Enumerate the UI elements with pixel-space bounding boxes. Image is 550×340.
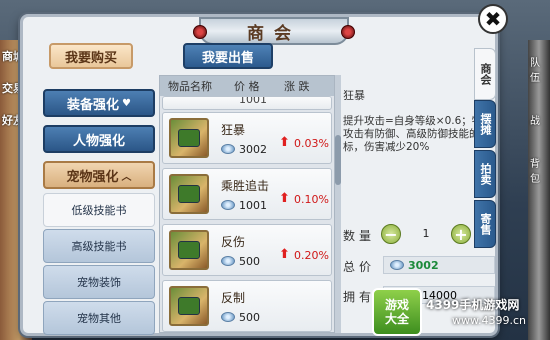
arrow-up-icon: ⬆ <box>279 191 290 206</box>
plus-button[interactable]: + <box>451 224 471 244</box>
logo-bottom-text: 大全 <box>384 312 409 326</box>
skill-book-icon <box>169 286 209 326</box>
silver-coin-icon <box>221 200 235 210</box>
side-tab-guild-shop[interactable]: 商会 <box>474 48 496 100</box>
list-item[interactable]: 狂暴 3002 ⬆ 0.03% <box>162 112 332 164</box>
title-ornament-left <box>193 25 207 39</box>
sub-low-skill-book[interactable]: 低级技能书 <box>43 193 155 227</box>
category-label: 人物强化 <box>72 133 125 149</box>
item-list: 物品名称 价 格 涨 跌 1001 狂暴 3002 ⬆ 0.03% 乘胜追击 1… <box>159 75 335 333</box>
side-tab-stall[interactable]: 摆摊 <box>474 100 496 148</box>
list-scrollbar[interactable] <box>335 75 341 333</box>
item-price: 500 <box>239 311 260 324</box>
item-price: 500 <box>239 255 260 268</box>
side-tab-auction[interactable]: 拍卖 <box>474 150 496 198</box>
item-change: 0.20% <box>294 249 329 262</box>
detail-title: 狂暴 <box>343 89 365 102</box>
item-name: 反制 <box>221 291 246 305</box>
title-ornament-right <box>341 25 355 39</box>
skill-book-icon <box>169 118 209 158</box>
skill-book-icon <box>169 230 209 270</box>
arrow-up-icon: ⬆ <box>279 135 290 150</box>
category-equipment[interactable]: 装备强化 ♥ <box>43 89 155 117</box>
hud-team-label[interactable]: 队伍 <box>528 40 550 98</box>
qty-value[interactable]: 1 <box>403 227 449 240</box>
window-title: 商会 <box>247 23 301 44</box>
arrow-up-icon: ⬆ <box>279 247 290 262</box>
chevron-up-icon: ︿ <box>121 171 132 183</box>
category-pet[interactable]: 宠物强化 ︿ <box>43 161 155 189</box>
silver-coin-icon <box>221 256 235 266</box>
total-label: 总价 <box>343 260 376 274</box>
sell-tab[interactable]: 我要出售 <box>183 43 273 69</box>
detail-description: 提升攻击=自身等级×0.6；物理攻击有防御、高级防御技能的目标，伤害减少20% <box>343 115 493 153</box>
sub-high-skill-book[interactable]: 高级技能书 <box>43 229 155 263</box>
item-price: 1001 <box>239 199 267 212</box>
category-label: 装备强化 <box>67 97 120 113</box>
watermark-url: www.4399.cn <box>452 314 526 327</box>
heart-icon: ♥ <box>122 97 131 109</box>
list-item-partial[interactable]: 1001 <box>162 96 332 110</box>
silver-coin-icon <box>221 312 235 322</box>
watermark-logo: 游戏 大全 <box>372 288 422 336</box>
category-character[interactable]: 人物强化 <box>43 125 155 153</box>
watermark-text: 4399手机游戏网 <box>426 298 520 312</box>
item-name: 反伤 <box>221 235 246 249</box>
scroll-thumb[interactable] <box>335 135 341 185</box>
item-name: 乘胜追击 <box>221 179 270 193</box>
item-change: 0.10% <box>294 193 329 206</box>
qty-label: 数量 <box>343 229 376 243</box>
item-change: 0.03% <box>294 137 329 150</box>
hud-battle-label[interactable]: 战 <box>528 98 550 141</box>
total-field: 3002 <box>383 256 495 274</box>
minus-button[interactable]: − <box>381 224 401 244</box>
header-name: 物品名称 <box>168 80 212 93</box>
category-label: 宠物强化 <box>66 169 119 185</box>
close-icon: ✖ <box>484 7 502 31</box>
item-price: 3002 <box>239 143 267 156</box>
sub-pet-other[interactable]: 宠物其他 <box>43 301 155 335</box>
list-item[interactable]: 乘胜追击 1001 ⬆ 0.10% <box>162 168 332 220</box>
own-label: 拥有 <box>343 290 376 304</box>
logo-top-text: 游戏 <box>384 298 409 312</box>
partial-price: 1001 <box>239 96 267 106</box>
total-value: 3002 <box>408 259 439 272</box>
skill-book-icon <box>169 174 209 214</box>
close-button[interactable]: ✖ <box>478 4 508 34</box>
side-tab-consign[interactable]: 寄售 <box>474 200 496 248</box>
item-name: 狂暴 <box>221 123 246 137</box>
window-title-bar: 商会 <box>193 17 355 45</box>
hud-bag-label[interactable]: 背包 <box>528 141 550 199</box>
buy-tab[interactable]: 我要购买 <box>49 43 133 69</box>
list-header: 物品名称 价 格 涨 跌 <box>160 76 334 96</box>
sub-pet-decoration[interactable]: 宠物装饰 <box>43 265 155 299</box>
silver-coin-icon <box>390 260 404 270</box>
header-price: 价 格 <box>234 80 260 93</box>
list-item[interactable]: 反伤 500 ⬆ 0.20% <box>162 224 332 276</box>
list-item[interactable]: 反制 500 <box>162 280 332 332</box>
header-change: 涨 跌 <box>284 80 310 93</box>
silver-coin-icon <box>221 144 235 154</box>
watermark: 游戏 大全 4399手机游戏网 www.4399.cn <box>372 286 550 340</box>
